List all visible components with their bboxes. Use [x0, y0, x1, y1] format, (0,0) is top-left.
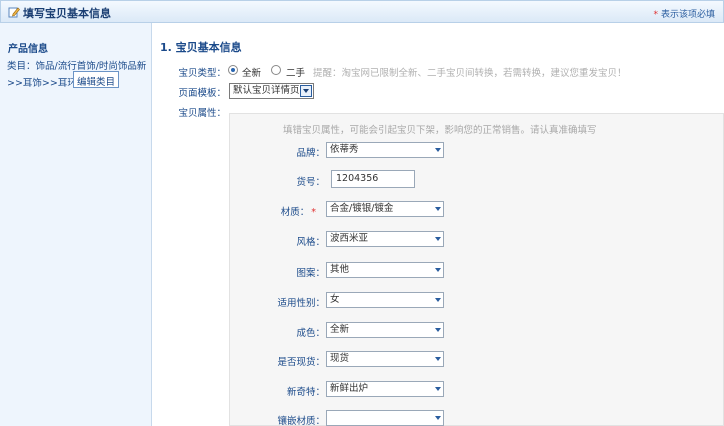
category-path-line2: >>耳饰>>耳环 — [7, 78, 77, 89]
attr-label-pattern: 图案： — [235, 265, 325, 279]
template-label: 页面模板： — [178, 88, 226, 99]
inlay-material-select[interactable] — [326, 410, 444, 426]
attr-label-material-text: 材质： — [280, 207, 310, 218]
chevron-down-icon[interactable] — [300, 85, 312, 97]
attr-label-gender: 适用性别： — [235, 295, 325, 309]
attr-label-in-stock: 是否现货： — [235, 354, 325, 368]
attr-label-item-no-text: 货号： — [296, 177, 325, 188]
form-header: 填写宝贝基本信息 * 表示该项必填 — [0, 0, 724, 23]
item-number-input[interactable]: 1204356 — [331, 170, 415, 188]
required-star: * — [311, 207, 316, 218]
attributes-panel: 填错宝贝属性，可能会引起宝贝下架，影响您的正常销售。请认真准确填写 品牌： 依蒂… — [229, 113, 724, 426]
attr-label-gender-text: 适用性别： — [277, 298, 325, 309]
gender-select-value: 女 — [330, 294, 340, 305]
chevron-down-icon — [435, 207, 441, 211]
required-note: * 表示该项必填 — [653, 7, 715, 20]
chevron-down-icon — [435, 237, 441, 241]
item-type-label: 宝贝类型： — [178, 68, 226, 79]
radio-used-label[interactable]: 二手 — [286, 65, 305, 79]
attr-label-condition-text: 成色： — [296, 328, 325, 339]
main-form: 1. 宝贝基本信息 宝贝类型： 全新 二手 提醒：淘宝网已限制全新、二手宝贝间转… — [152, 23, 724, 426]
brand-select-value: 依蒂秀 — [330, 144, 359, 155]
attr-label-condition: 成色： — [235, 325, 325, 339]
chevron-down-icon — [435, 268, 441, 272]
brand-select[interactable]: 依蒂秀 — [326, 142, 444, 158]
attr-label-brand-text: 品牌： — [296, 148, 325, 159]
attr-label-style-text: 风格： — [296, 237, 325, 248]
chevron-down-icon — [435, 387, 441, 391]
novelty-select-value: 新鲜出炉 — [330, 383, 369, 394]
material-select-value: 合金/镀银/镀金 — [330, 203, 394, 214]
edit-category-button[interactable]: 编辑类目 — [73, 71, 120, 88]
attr-label-inlay-material: 镶嵌材质： — [235, 413, 325, 426]
pattern-select[interactable]: 其他 — [326, 262, 444, 278]
chevron-down-icon — [435, 298, 441, 302]
page-title: 填写宝贝基本信息 — [23, 7, 111, 20]
radio-new[interactable] — [228, 65, 238, 75]
style-select-value: 波西米亚 — [330, 233, 369, 244]
required-star: * — [653, 10, 658, 20]
item-type-tip: 提醒：淘宝网已限制全新、二手宝贝间转换，若需转换，建议您重发宝贝！ — [313, 68, 627, 79]
attributes-tip: 填错宝贝属性，可能会引起宝贝下架，影响您的正常销售。请认真准确填写 — [283, 125, 597, 136]
edit-icon — [8, 7, 20, 18]
attributes-label: 宝贝属性： — [178, 108, 226, 119]
attr-label-material: 材质： * — [226, 204, 316, 218]
sidebar-title: 产品信息 — [8, 44, 48, 55]
template-select[interactable]: 默认宝贝详情页 — [229, 83, 314, 99]
product-info-sidebar: 产品信息 类目：饰品/流行首饰/时尚饰品新 >>耳饰>>耳环 编辑类目 — [0, 23, 152, 426]
chevron-down-icon — [435, 148, 441, 152]
required-note-text: 表示该项必填 — [660, 10, 715, 20]
in-stock-select[interactable]: 现货 — [326, 351, 444, 367]
section-title: 1. 宝贝基本信息 — [160, 41, 242, 54]
attr-label-pattern-text: 图案： — [296, 268, 325, 279]
in-stock-select-value: 现货 — [330, 353, 350, 364]
attr-label-brand: 品牌： — [235, 145, 325, 159]
item-number-value: 1204356 — [336, 173, 379, 184]
chevron-down-icon — [435, 357, 441, 361]
attr-label-novelty: 新奇特： — [235, 384, 325, 398]
attr-label-style: 风格： — [235, 234, 325, 248]
material-select[interactable]: 合金/镀银/镀金 — [326, 201, 444, 217]
attr-label-inlay-material-text: 镶嵌材质： — [277, 416, 325, 426]
condition-select-value: 全新 — [330, 324, 350, 335]
pattern-select-value: 其他 — [330, 264, 350, 275]
chevron-down-icon — [435, 416, 441, 420]
category-path-line1: 类目：饰品/流行首饰/时尚饰品新 — [7, 61, 147, 72]
chevron-down-icon — [435, 328, 441, 332]
novelty-select[interactable]: 新鲜出炉 — [326, 381, 444, 397]
template-select-value: 默认宝贝详情页 — [233, 85, 300, 96]
radio-used[interactable] — [271, 65, 281, 75]
attr-label-in-stock-text: 是否现货： — [277, 357, 325, 368]
condition-select[interactable]: 全新 — [326, 322, 444, 338]
attr-label-novelty-text: 新奇特： — [286, 387, 325, 398]
attr-label-item-no: 货号： — [235, 174, 325, 188]
gender-select[interactable]: 女 — [326, 292, 444, 308]
style-select[interactable]: 波西米亚 — [326, 231, 444, 247]
radio-new-label[interactable]: 全新 — [242, 65, 261, 79]
